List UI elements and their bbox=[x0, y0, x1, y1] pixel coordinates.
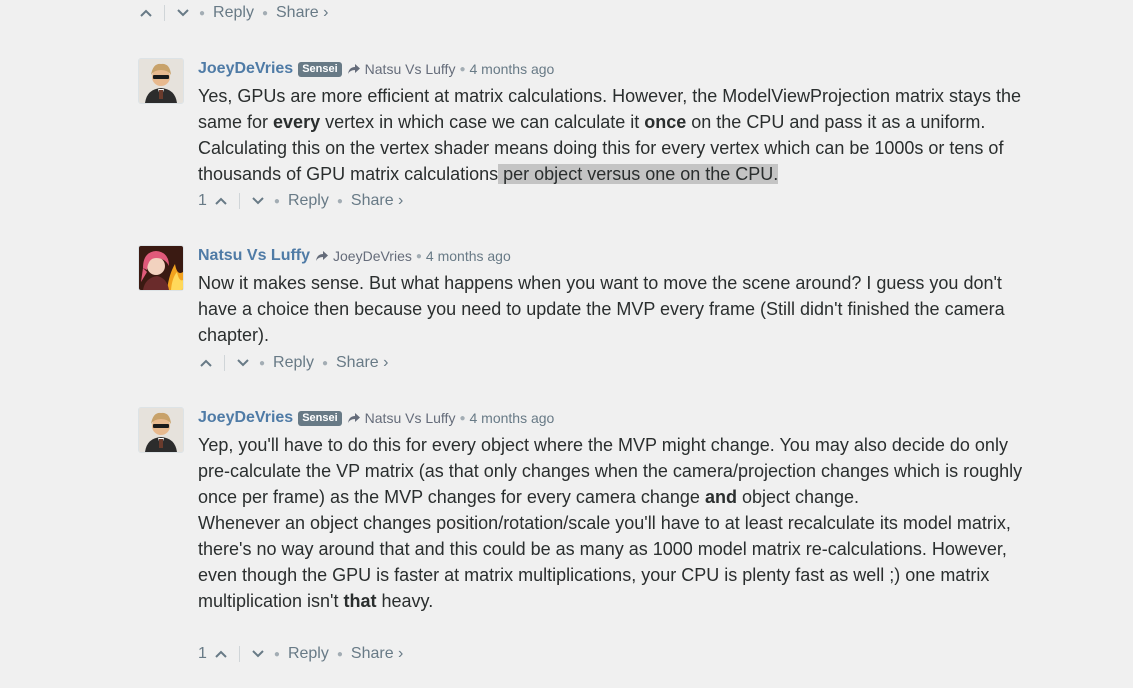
upvote-button[interactable] bbox=[213, 193, 229, 209]
separator-dot: ● bbox=[273, 648, 280, 660]
timestamp[interactable]: 4 months ago bbox=[426, 248, 511, 264]
comment-header: Natsu Vs Luffy JoeyDeVries ● 4 months ag… bbox=[198, 245, 511, 267]
author-name[interactable]: JoeyDeVries bbox=[198, 60, 293, 78]
upvote-button[interactable] bbox=[213, 646, 229, 662]
vote-divider bbox=[238, 646, 240, 662]
reply-to-name: JoeyDeVries bbox=[333, 248, 412, 264]
separator-dot: ● bbox=[273, 195, 280, 207]
comment-paragraph: Yep, you'll have to do this for every ob… bbox=[198, 435, 1023, 507]
comment-actions: 1 ● Reply ● Share › bbox=[198, 643, 403, 665]
downvote-button[interactable] bbox=[235, 355, 251, 371]
chevron-up-icon bbox=[215, 650, 227, 658]
vote-divider bbox=[238, 193, 240, 209]
separator-dot: ● bbox=[261, 7, 268, 19]
avatar-image bbox=[139, 408, 183, 452]
author-name[interactable]: JoeyDeVries bbox=[198, 409, 293, 427]
avatar[interactable] bbox=[138, 407, 184, 453]
in-reply-to[interactable]: Natsu Vs Luffy bbox=[347, 61, 456, 77]
share-arrow-icon bbox=[316, 251, 329, 261]
comment-actions: ● Reply ● Share › bbox=[138, 2, 328, 24]
timestamp[interactable]: 4 months ago bbox=[470, 410, 555, 426]
share-arrow-icon bbox=[347, 64, 360, 74]
comment-paragraph: Whenever an object changes position/rota… bbox=[198, 513, 1011, 611]
downvote-button[interactable] bbox=[175, 5, 191, 21]
vote-divider bbox=[164, 5, 165, 21]
chevron-down-icon bbox=[237, 359, 249, 367]
reply-to-name: Natsu Vs Luffy bbox=[364, 410, 456, 426]
reply-link[interactable]: Reply bbox=[288, 192, 329, 210]
upvote-button[interactable] bbox=[198, 355, 214, 371]
comment-paragraph: Now it makes sense. But what happens whe… bbox=[198, 273, 1005, 345]
separator-dot: ● bbox=[336, 195, 343, 207]
share-arrow-icon bbox=[347, 413, 360, 423]
comment-header: JoeyDeVries Sensei Natsu Vs Luffy ● 4 mo… bbox=[198, 407, 554, 429]
comment-actions: 1 ● Reply ● Share › bbox=[198, 190, 403, 212]
text-selection: per object versus one on the CPU. bbox=[498, 164, 779, 184]
comment-paragraph: Yes, GPUs are more efficient at matrix c… bbox=[198, 86, 1022, 184]
avatar[interactable] bbox=[138, 58, 184, 104]
avatar-image bbox=[139, 59, 183, 103]
chevron-down-icon bbox=[177, 9, 189, 17]
reply-to-name: Natsu Vs Luffy bbox=[364, 61, 456, 77]
in-reply-to[interactable]: Natsu Vs Luffy bbox=[347, 410, 456, 426]
vote-divider bbox=[224, 355, 225, 371]
separator-dot: ● bbox=[336, 648, 343, 660]
comment-header: JoeyDeVries Sensei Natsu Vs Luffy ● 4 mo… bbox=[198, 58, 554, 80]
author-name[interactable]: Natsu Vs Luffy bbox=[198, 247, 310, 265]
share-link[interactable]: Share › bbox=[276, 4, 328, 22]
avatar[interactable] bbox=[138, 245, 184, 291]
downvote-button[interactable] bbox=[250, 646, 266, 662]
vote-count: 1 bbox=[198, 192, 207, 209]
share-link[interactable]: Share › bbox=[351, 192, 403, 210]
comment-actions: ● Reply ● Share › bbox=[198, 352, 388, 374]
upvote-button[interactable] bbox=[138, 5, 154, 21]
chevron-up-icon bbox=[140, 9, 152, 17]
downvote-button[interactable] bbox=[250, 193, 266, 209]
vote-count: 1 bbox=[198, 645, 207, 662]
chevron-up-icon bbox=[215, 197, 227, 205]
share-link[interactable]: Share › bbox=[351, 645, 403, 663]
avatar-image bbox=[139, 246, 183, 290]
separator-dot: ● bbox=[321, 357, 328, 369]
comment-body: Yep, you'll have to do this for every ob… bbox=[198, 432, 1028, 614]
chevron-down-icon bbox=[252, 197, 264, 205]
chevron-up-icon bbox=[200, 359, 212, 367]
in-reply-to[interactable]: JoeyDeVries bbox=[315, 248, 412, 264]
separator-dot: ● bbox=[259, 357, 266, 369]
share-link[interactable]: Share › bbox=[336, 354, 388, 372]
separator-dot: ● bbox=[459, 63, 466, 75]
reply-link[interactable]: Reply bbox=[213, 4, 254, 22]
timestamp[interactable]: 4 months ago bbox=[470, 61, 555, 77]
separator-dot: ● bbox=[459, 412, 466, 424]
comment-body: Now it makes sense. But what happens whe… bbox=[198, 270, 1028, 348]
reply-link[interactable]: Reply bbox=[273, 354, 314, 372]
moderator-badge: Sensei bbox=[298, 61, 342, 77]
comment-body: Yes, GPUs are more efficient at matrix c… bbox=[198, 83, 1028, 187]
separator-dot: ● bbox=[415, 250, 422, 262]
moderator-badge: Sensei bbox=[298, 410, 342, 426]
reply-link[interactable]: Reply bbox=[288, 645, 329, 663]
separator-dot: ● bbox=[199, 7, 206, 19]
chevron-down-icon bbox=[252, 650, 264, 658]
